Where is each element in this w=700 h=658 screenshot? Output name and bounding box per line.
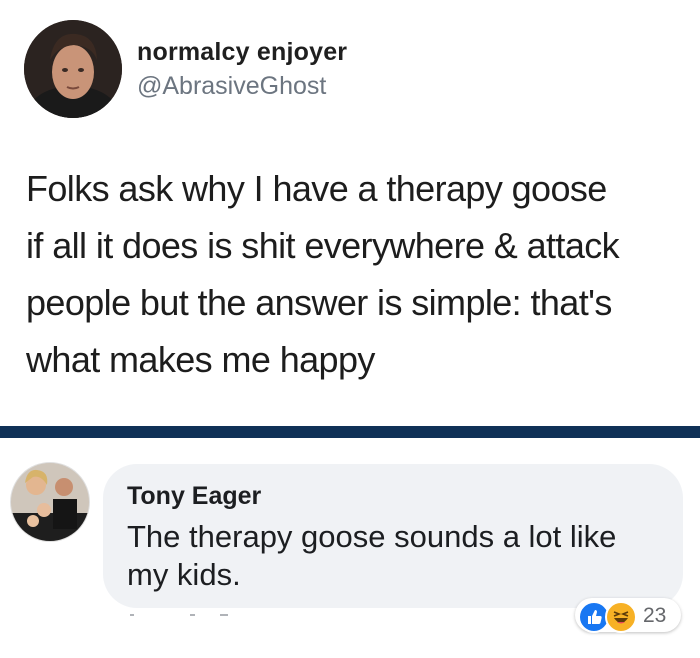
tweet-display-name[interactable]: normalcy enjoyer <box>137 38 347 67</box>
reaction-summary[interactable]: 23 <box>575 598 681 633</box>
comment-line: The therapy goose sounds a lot like <box>127 519 617 554</box>
comment-bubble: Tony Eager The therapy goose sounds a lo… <box>103 464 683 608</box>
comment-section: Tony Eager The therapy goose sounds a lo… <box>0 438 700 658</box>
tweet-card: normalcy enjoyer @AbrasiveGhost Folks as… <box>0 0 700 425</box>
profile-photo-icon <box>24 20 122 118</box>
reaction-count: 23 <box>643 604 667 627</box>
tweet-line: Folks ask why I have a therapy goose <box>26 168 607 209</box>
cropped-action-links <box>130 614 228 616</box>
section-divider <box>0 426 700 438</box>
tweet-avatar[interactable] <box>24 20 122 118</box>
commenter-avatar[interactable] <box>10 462 90 542</box>
haha-icon <box>605 601 637 633</box>
tweet-handle[interactable]: @AbrasiveGhost <box>137 72 326 101</box>
family-photo-icon <box>11 463 89 541</box>
comment-line: my kids. <box>127 557 241 592</box>
comment-text: The therapy goose sounds a lot like my k… <box>127 518 667 594</box>
tweet-line: if all it does is shit everywhere & atta… <box>26 225 620 266</box>
tweet-line: what makes me happy <box>26 339 375 380</box>
comment-author[interactable]: Tony Eager <box>127 482 261 511</box>
tweet-line: people but the answer is simple: that's <box>26 282 612 323</box>
tweet-text: Folks ask why I have a therapy goose if … <box>26 160 686 388</box>
